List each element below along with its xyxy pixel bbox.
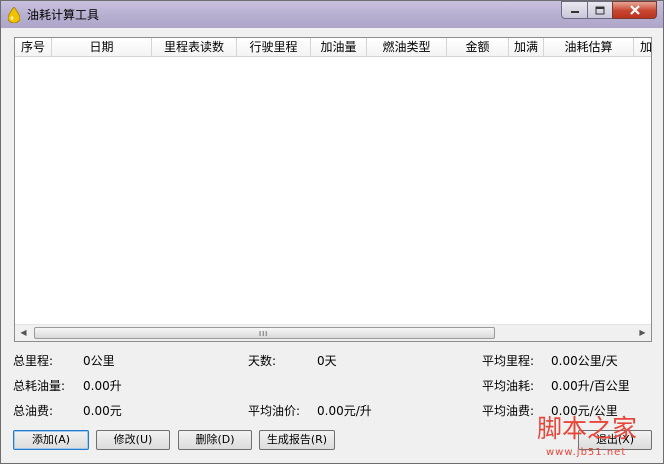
avg-consumption-value: 0.00升/百公里 — [551, 379, 630, 393]
minimize-button[interactable] — [561, 1, 588, 19]
avg-consumption-label: 平均油耗: — [482, 379, 535, 393]
close-button[interactable] — [612, 1, 657, 19]
column-header[interactable]: 加满 — [509, 38, 544, 56]
column-header[interactable]: 序号 — [15, 38, 52, 56]
minimize-icon — [570, 11, 579, 13]
maximize-icon — [595, 6, 605, 14]
total-fuel-value: 0.00升 — [83, 379, 122, 393]
total-mileage-label: 总里程: — [13, 354, 54, 368]
days-value: 0天 — [317, 354, 337, 368]
maximize-button[interactable] — [587, 1, 613, 19]
window-title: 油耗计算工具 — [27, 8, 100, 22]
main-window: 油耗计算工具 序号 日期 里程表读数 行驶里程 加油量 燃油类型 金额 加满 油… — [0, 0, 664, 464]
total-cost-label: 总油费: — [13, 404, 54, 418]
watermark-logo: 脚本之家 — [537, 414, 638, 443]
column-header[interactable]: 油耗估算 — [544, 38, 634, 56]
title-bar[interactable]: 油耗计算工具 — [1, 1, 663, 28]
fuel-drop-icon — [8, 7, 20, 23]
column-header[interactable]: 加 — [634, 38, 651, 56]
total-fuel-label: 总耗油量: — [13, 379, 66, 393]
scrollbar-thumb[interactable]: III — [34, 327, 495, 339]
column-header[interactable]: 日期 — [52, 38, 152, 56]
delete-button[interactable]: 删除(D) — [178, 430, 252, 450]
column-header[interactable]: 金额 — [447, 38, 509, 56]
avg-mileage-label: 平均里程: — [482, 354, 535, 368]
column-header[interactable]: 加油量 — [311, 38, 367, 56]
avg-price-label: 平均油价: — [248, 404, 301, 418]
scroll-left-arrow-icon[interactable]: ◀ — [15, 325, 32, 341]
column-header[interactable]: 里程表读数 — [152, 38, 237, 56]
edit-button[interactable]: 修改(U) — [96, 430, 170, 450]
generate-report-button[interactable]: 生成报告(R) — [259, 430, 335, 450]
total-cost-value: 0.00元 — [83, 404, 122, 418]
total-mileage-value: 0公里 — [83, 354, 115, 368]
scrollbar-grip: III — [259, 330, 269, 338]
horizontal-scrollbar[interactable]: ◀ III ▶ — [15, 324, 651, 341]
fuel-records-list[interactable]: 序号 日期 里程表读数 行驶里程 加油量 燃油类型 金额 加满 油耗估算 加 ◀… — [14, 37, 652, 342]
column-header[interactable]: 行驶里程 — [237, 38, 311, 56]
scroll-right-arrow-icon[interactable]: ▶ — [634, 325, 651, 341]
add-button[interactable]: 添加(A) — [13, 430, 89, 450]
avg-mileage-value: 0.00公里/天 — [551, 354, 618, 368]
close-icon — [629, 5, 640, 15]
watermark-url: www.jb51.net — [546, 447, 627, 458]
avg-cost-label: 平均油费: — [482, 404, 535, 418]
avg-price-value: 0.00元/升 — [317, 404, 372, 418]
column-header[interactable]: 燃油类型 — [367, 38, 447, 56]
days-label: 天数: — [248, 354, 277, 368]
list-header: 序号 日期 里程表读数 行驶里程 加油量 燃油类型 金额 加满 油耗估算 加 — [15, 38, 651, 57]
